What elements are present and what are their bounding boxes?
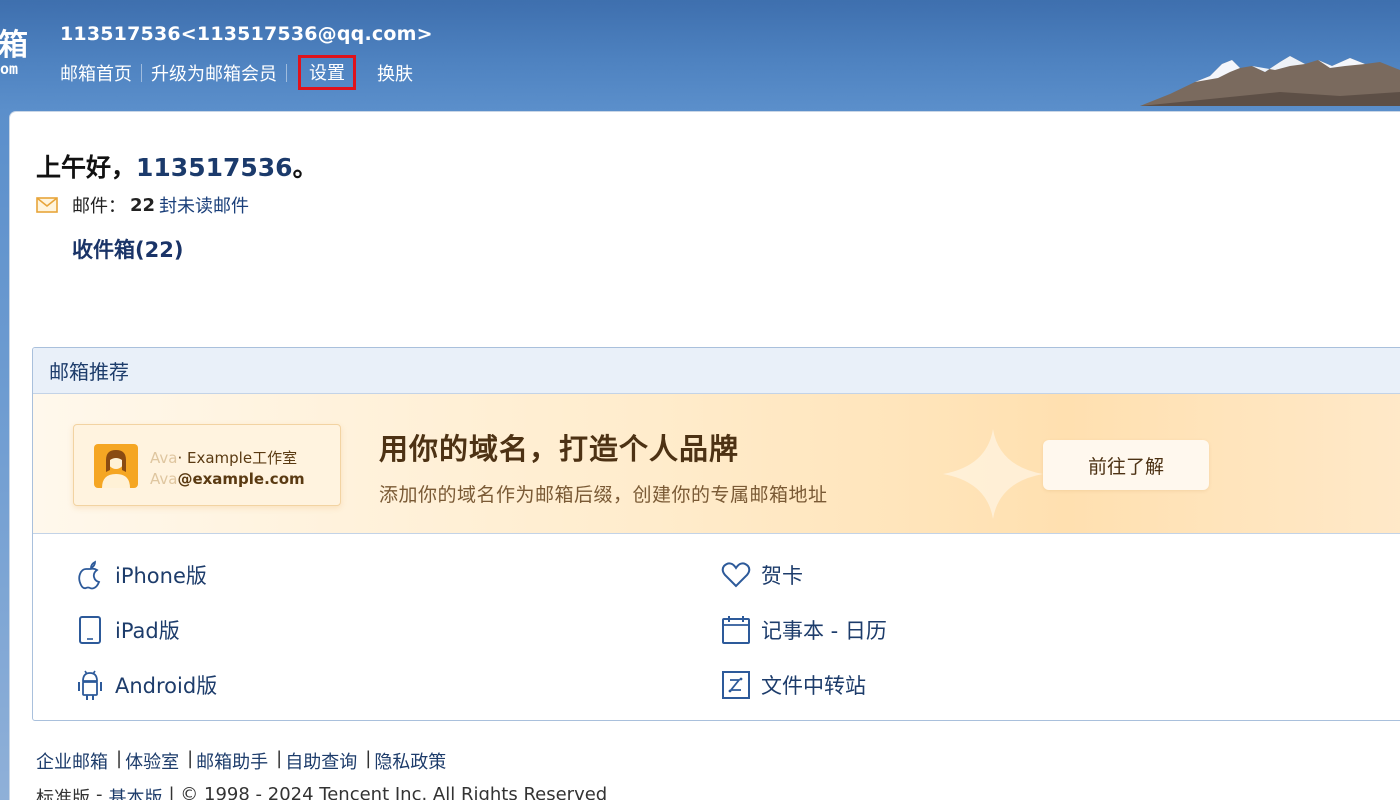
link-label: iPhone版 [115,564,207,588]
app-header: 箱 om 113517536<113517536@qq.com> 邮箱首页 升级… [0,0,1400,110]
content-panel: 上午好，113517536。 邮件： 22 封未读邮件 收件箱(22) 邮箱推荐… [10,112,1400,800]
edition-standard: 标准版 [36,788,90,800]
unread-mail-link[interactable]: 封未读邮件 [159,192,249,218]
footer-link-enterprise[interactable]: 企业邮箱 [36,748,108,774]
footer-divider: | [187,748,194,769]
mail-label: 邮件： [72,196,126,217]
account-address: 113517536<113517536@qq.com> [60,23,433,45]
link-ipad[interactable]: iPad版 [75,615,180,645]
footer-divider: | [116,748,123,769]
learn-more-button[interactable]: 前往了解 [1043,440,1209,490]
greeting-suffix: 。 [292,153,318,182]
footer-divider: | [276,748,283,769]
banner-subtitle: 添加你的域名作为邮箱后缀，创建你的专属邮箱地址 [379,484,828,506]
link-android[interactable]: Android版 [75,670,217,700]
inbox-link[interactable]: 收件箱(22) [72,234,183,264]
link-label: 记事本 - 日历 [761,619,887,643]
link-label: 贺卡 [761,564,803,588]
mailbox-recommend-section: 邮箱推荐 Ava· Example工作室 Ava@example.com 用你的… [32,347,1400,721]
logo-sub: om [0,60,19,78]
logo-char: 箱 [0,28,28,63]
banner-title: 用你的域名，打造个人品牌 [379,432,740,466]
nav-divider [141,63,142,82]
sparkle-decoration [943,429,1043,519]
footer-divider: | [365,748,372,769]
recommend-header: 邮箱推荐 [33,348,1400,394]
link-label: iPad版 [115,619,180,643]
link-label: 文件中转站 [761,674,866,698]
file-transfer-icon [721,670,751,700]
nav-change-skin[interactable]: 换肤 [377,60,413,86]
envelope-icon [36,197,58,213]
link-greeting-card[interactable]: 贺卡 [721,560,803,590]
link-file-transfer[interactable]: 文件中转站 [721,670,866,700]
avatar-icon [94,444,138,488]
android-icon [75,670,105,700]
mountains-decoration [1140,56,1400,106]
nav-settings[interactable]: 设置 [298,55,356,90]
footer-link-self-service[interactable]: 自助查询 [285,748,357,774]
footer-links: 企业邮箱 | 体验室 | 邮箱助手 | 自助查询 | 隐私政策 [36,748,446,774]
greeting-username: 113517536 [136,153,293,182]
link-notepad-calendar[interactable]: 记事本 - 日历 [721,615,887,645]
footer-link-lab[interactable]: 体验室 [125,748,179,774]
tablet-icon [75,615,105,645]
unread-count: 22 [130,194,156,216]
footer-link-privacy[interactable]: 隐私政策 [374,748,446,774]
nav-mail-home[interactable]: 邮箱首页 [60,60,132,86]
unread-summary: 邮件： 22 封未读邮件 [36,192,249,218]
example-address-card: Ava· Example工作室 Ava@example.com [73,424,341,506]
recommend-title: 邮箱推荐 [49,360,129,384]
copyright-text: | © 1998 - 2024 Tencent Inc. All Rights … [168,784,608,800]
nav-divider [286,63,287,82]
link-label: Android版 [115,674,218,698]
nav-upgrade-member[interactable]: 升级为邮箱会员 [151,60,277,86]
recommend-links: iPhone版 iPad版 Android版 贺卡 记事本 - 日历 文件中转站 [33,534,1400,720]
footer-link-assistant[interactable]: 邮箱助手 [196,748,268,774]
top-nav: 邮箱首页 升级为邮箱会员 设置 换肤 [60,55,413,90]
greeting: 上午好，113517536。 [36,148,318,184]
heart-icon [721,560,751,590]
link-iphone[interactable]: iPhone版 [75,560,207,590]
card-line-2: Ava@example.com [150,470,305,488]
edition-basic-link[interactable]: 基本版 [109,784,163,800]
edition-dash: - [96,784,103,800]
apple-icon [75,560,105,590]
card-line-1: Ava· Example工作室 [150,449,298,467]
calendar-icon [721,615,751,645]
greeting-prefix: 上午好， [36,153,137,182]
footer-copyright: 标准版 - 基本版 | © 1998 - 2024 Tencent Inc. A… [36,784,607,800]
domain-promo-banner[interactable]: Ava· Example工作室 Ava@example.com 用你的域名，打造… [33,394,1400,534]
